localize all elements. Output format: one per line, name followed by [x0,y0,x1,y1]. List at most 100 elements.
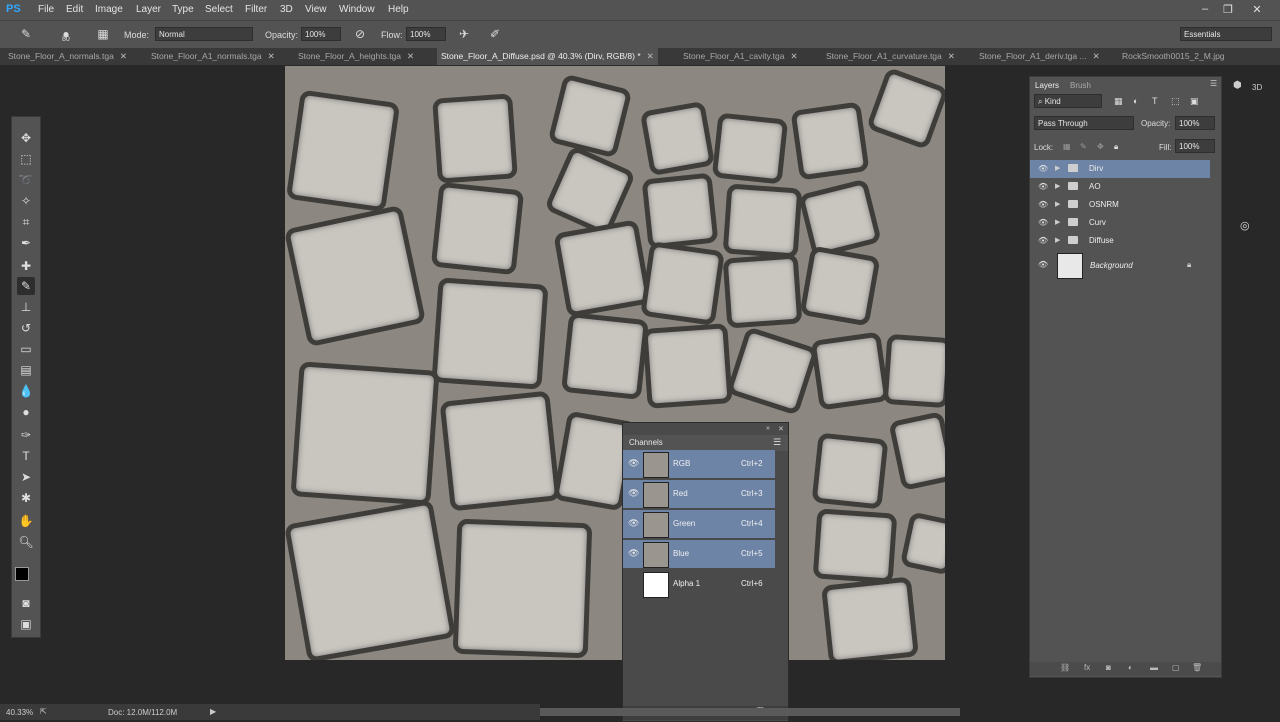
visibility-eye-icon[interactable]: 👁︎ [628,458,639,469]
pen-tool-icon[interactable]: ✑ [17,426,35,444]
layer-style-icon[interactable]: fx [1084,663,1090,672]
tab-brush[interactable]: Brush [1070,81,1091,90]
adjustment-layer-icon[interactable]: ◐ [1128,663,1133,672]
eyedropper-tool-icon[interactable]: ✒ [17,234,35,252]
healing-tool-icon[interactable]: ✚ [17,257,35,275]
layer-row-diffuse[interactable]: 👁︎ ▶ Diffuse [1030,232,1210,250]
tab-diffuse[interactable]: Stone_Floor_A_Diffuse.psd @ 40.3% (Dirv,… [437,48,658,65]
menu-type[interactable]: Type [172,4,194,15]
brush-tool-icon[interactable]: ✎ [18,26,34,42]
close-tab-icon[interactable]: ✕ [407,51,414,61]
new-group-icon[interactable]: ▬ [1150,663,1158,672]
stamp-tool-icon[interactable]: ⊥ [17,298,35,316]
restore-button[interactable]: ❐ [1221,3,1235,16]
filter-shape-icon[interactable]: ⬚ [1171,96,1180,107]
close-tab-icon[interactable]: ✕ [790,51,797,61]
visibility-eye-icon[interactable]: 👁︎ [628,548,639,559]
lock-transparency-icon[interactable]: ▦ [1063,142,1071,151]
filter-smart-object-icon[interactable]: ▣ [1190,96,1199,107]
close-button[interactable]: ✕ [1250,3,1264,16]
mode-select[interactable]: Normal [155,27,253,41]
minimize-button[interactable]: – [1198,3,1212,15]
tab-heights[interactable]: Stone_Floor_A_heights.tga ✕ [298,48,414,65]
close-panel-icon[interactable]: ✕ [778,425,784,433]
menu-select[interactable]: Select [205,4,233,15]
close-tab-icon[interactable]: ✕ [268,51,275,61]
visibility-eye-icon[interactable]: 👁︎ [1038,260,1048,269]
crop-tool-icon[interactable]: ⌗ [17,213,35,231]
layer-row-background[interactable]: 👁︎ Background 🔒︎ [1030,251,1210,279]
tab-deriv[interactable]: Stone_Floor_A1_deriv.tga ... ✕ [979,48,1100,65]
layer-row-dirv[interactable]: 👁︎ ▶ Dirv [1030,160,1210,178]
visibility-eye-icon[interactable]: 👁︎ [1038,218,1048,227]
blend-mode-select[interactable]: Pass Through [1034,116,1134,130]
filter-type-icon[interactable]: T [1152,96,1158,106]
document-canvas[interactable] [285,66,945,660]
tab-curvature[interactable]: Stone_Floor_A1_curvature.tga ✕ [826,48,955,65]
channel-row-red[interactable]: 👁︎ Red Ctrl+3 [623,480,775,508]
close-tab-icon[interactable]: ✕ [647,51,654,61]
tab-normals[interactable]: Stone_Floor_A_normals.tga ✕ [8,48,127,65]
layer-opacity-field[interactable]: 100% [1175,116,1215,130]
quick-mask-icon[interactable]: ◙ [17,594,35,612]
lock-position-icon[interactable]: ✥ [1097,142,1104,151]
filter-pixel-icon[interactable]: ▦ [1114,96,1123,107]
expand-arrow-icon[interactable]: ▶ [1055,218,1060,226]
layer-filter-select[interactable]: ⌕ Kind [1034,94,1102,108]
horizontal-scrollbar[interactable] [540,708,960,716]
brush-tool-icon[interactable]: ✎ [17,277,35,295]
channels-title[interactable]: Channels [629,438,663,447]
tab-a1-normals[interactable]: Stone_Floor_A1_normals.tga ✕ [151,48,275,65]
flow-field[interactable]: 100% [406,27,446,41]
zoom-tool-icon[interactable]: 🔍︎ [17,533,35,551]
layer-row-ao[interactable]: 👁︎ ▶ AO [1030,178,1210,196]
opacity-field[interactable]: 100% [301,27,341,41]
lock-all-icon[interactable]: 🔒︎ [1114,142,1118,152]
menu-edit[interactable]: Edit [66,4,83,15]
menu-filter[interactable]: Filter [245,4,267,15]
menu-window[interactable]: Window [339,4,375,15]
zoom-level[interactable]: 40.33% [6,708,33,717]
panel-3d-label[interactable]: 3D [1252,83,1262,92]
layer-fill-field[interactable]: 100% [1175,139,1215,153]
delete-layer-icon[interactable]: 🗑︎ [1192,663,1202,672]
history-brush-tool-icon[interactable]: ↺ [17,319,35,337]
expand-arrow-icon[interactable]: ▶ [1055,200,1060,208]
menu-image[interactable]: Image [95,4,123,15]
close-tab-icon[interactable]: ✕ [120,51,127,61]
menu-3d[interactable]: 3D [280,4,293,15]
pressure-opacity-icon[interactable]: ⊘ [352,26,368,42]
tab-layers[interactable]: Layers [1035,81,1059,90]
move-tool-icon[interactable]: ✥ [17,129,35,147]
channel-row-rgb[interactable]: 👁︎ RGB Ctrl+2 [623,450,775,478]
gradient-tool-icon[interactable]: ▤ [17,361,35,379]
add-mask-icon[interactable]: ◙ [1106,663,1111,672]
expand-arrow-icon[interactable]: ▶ [1055,182,1060,190]
lock-pixels-icon[interactable]: ✎ [1080,142,1087,151]
path-select-tool-icon[interactable]: ➤ [17,468,35,486]
collapse-panel-icon[interactable]: » [766,425,770,432]
lasso-tool-icon[interactable]: ➰ [17,171,35,189]
close-tab-icon[interactable]: ✕ [948,51,955,61]
type-tool-icon[interactable]: T [17,447,35,465]
new-layer-icon[interactable]: ▢ [1172,663,1180,672]
blur-tool-icon[interactable]: 💧 [17,382,35,400]
visibility-eye-icon[interactable]: 👁︎ [1038,236,1048,245]
workspace-select[interactable]: Essentials [1180,27,1272,41]
panel-menu-icon[interactable]: ☰ [773,437,781,448]
channel-row-alpha[interactable]: Alpha 1 Ctrl+6 [623,570,775,598]
menu-layer[interactable]: Layer [136,4,161,15]
shape-tool-icon[interactable]: ✱ [17,489,35,507]
tab-cavity[interactable]: Stone_Floor_A1_cavity.tga ✕ [683,48,798,65]
pressure-size-icon[interactable]: ✐ [487,26,503,42]
visibility-eye-icon[interactable]: 👁︎ [628,518,639,529]
visibility-eye-icon[interactable]: 👁︎ [628,488,639,499]
screen-mode-icon[interactable]: ▣ [17,615,35,633]
airbrush-icon[interactable]: ✈ [456,26,472,42]
expand-arrow-icon[interactable]: ▶ [1055,164,1060,172]
panel-menu-icon[interactable]: ☰ [1210,79,1217,88]
layer-row-curv[interactable]: 👁︎ ▶ Curv [1030,214,1210,232]
marquee-tool-icon[interactable]: ⬚ [17,150,35,168]
export-icon[interactable]: ⇱ [40,707,47,716]
brush-panel-icon[interactable]: ▦ [95,26,111,42]
